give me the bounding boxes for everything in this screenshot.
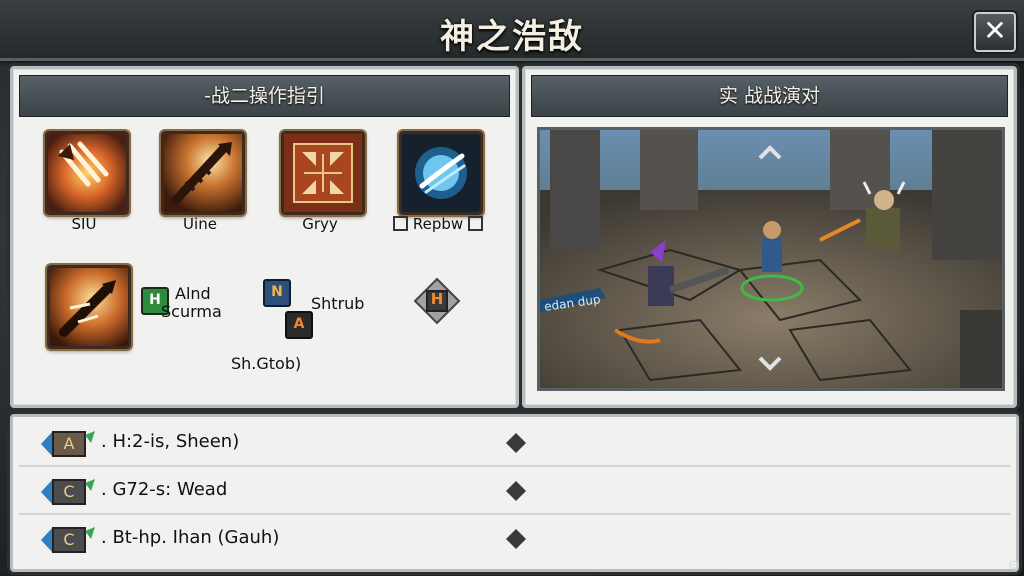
blade-thrust-icon xyxy=(50,268,128,346)
key-button[interactable]: A xyxy=(41,429,97,459)
combat-demo-panel: 实 战战演对 edan dup xyxy=(522,66,1017,408)
diamond-marker-icon xyxy=(506,433,526,453)
diamond-key-label: H xyxy=(430,290,444,308)
close-icon: ✕ xyxy=(983,14,1007,47)
spear-strike-icon xyxy=(164,134,242,212)
title-bar: 神之浩敌 ✕ xyxy=(0,0,1024,61)
combo-label-line1: Alnd xyxy=(175,284,211,303)
lightning-orb-icon xyxy=(402,134,480,212)
combat-scene-image xyxy=(540,130,1002,388)
binding-text: . H:2-is, Sheen) xyxy=(101,431,240,452)
shrub-label: Shtrub xyxy=(311,294,365,313)
diamond-key-button[interactable]: H xyxy=(413,277,461,325)
skill-rune-grid[interactable] xyxy=(281,131,365,215)
diamond-marker-icon xyxy=(506,481,526,501)
claw-slash-icon xyxy=(48,134,126,212)
binding-text: . Bt-hp. Ihan (Gauh) xyxy=(101,527,280,548)
binding-text: . G72-s: Wead xyxy=(101,479,228,500)
skill-label: SIU xyxy=(71,215,97,233)
key-label: C xyxy=(63,482,75,501)
combat-preview[interactable]: edan dup xyxy=(537,127,1005,391)
diamond-marker-icon xyxy=(506,529,526,549)
combo-label-line2: Scurma xyxy=(161,302,222,321)
controls-guide-header: -战二操作指引 xyxy=(19,75,510,117)
key-label: C xyxy=(63,530,75,549)
keybinding-row[interactable]: C . Bt-hp. Ihan (Gauh) xyxy=(19,517,1010,561)
skill-blade-thrust[interactable] xyxy=(47,265,131,349)
key-n-badge: N xyxy=(263,279,291,307)
skill-lightning-orb[interactable] xyxy=(399,131,483,215)
controls-guide-panel: -战二操作指引 SIU Uine Gryy Repbw H Alnd Scurm… xyxy=(10,66,519,408)
skill-label: Uine xyxy=(183,215,217,233)
window-title: 神之浩敌 xyxy=(440,17,584,57)
skill-claw-slash[interactable] xyxy=(45,131,129,215)
combat-demo-header: 实 战战演对 xyxy=(531,75,1008,117)
skill-spear-strike[interactable] xyxy=(161,131,245,215)
checkbox-icon[interactable] xyxy=(393,216,409,231)
key-button[interactable]: C xyxy=(41,477,97,507)
key-a-badge: A xyxy=(285,311,313,339)
rune-grid-icon xyxy=(284,134,362,212)
skill-label: Gryy xyxy=(302,215,338,233)
settings-icon[interactable]: ⚙ xyxy=(1007,558,1020,574)
keybinding-list: A . H:2-is, Sheen) C . G72-s: Wead C . B… xyxy=(10,414,1019,572)
keybinding-row[interactable]: C . G72-s: Wead xyxy=(19,469,1010,515)
key-label: A xyxy=(63,434,75,453)
keybinding-row[interactable]: A . H:2-is, Sheen) xyxy=(19,421,1010,467)
checkbox-icon[interactable] xyxy=(467,216,483,231)
key-button[interactable]: C xyxy=(41,525,97,555)
footer-label: Sh.Gtob) xyxy=(231,354,302,373)
close-button[interactable]: ✕ xyxy=(974,12,1016,52)
skill-label-text: Repbw xyxy=(412,215,464,233)
skill-label-repbw: Repbw xyxy=(383,215,493,233)
